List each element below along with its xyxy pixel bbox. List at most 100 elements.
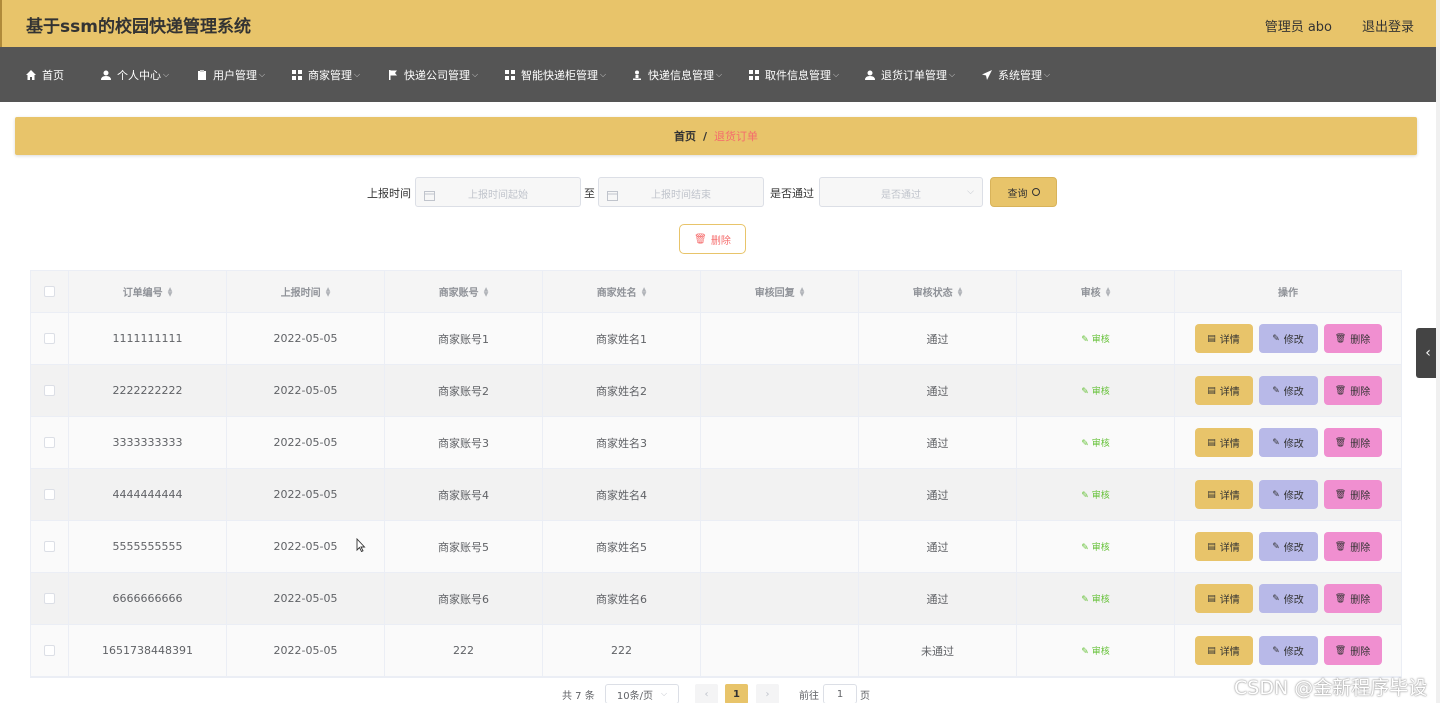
header-audit-reply[interactable]: 审核回复 ▲ ▼ bbox=[701, 271, 859, 312]
audit-link[interactable]: ✎ 审核 bbox=[1081, 332, 1110, 345]
header-report-time[interactable]: 上报时间 ▲ ▼ bbox=[227, 271, 385, 312]
nav-item-smart-locker-management[interactable]: 智能快递柜管理 ⌵ bbox=[505, 47, 606, 102]
prev-page-button[interactable]: ‹ bbox=[695, 684, 718, 703]
goto-page-input[interactable]: 1 bbox=[823, 684, 857, 703]
logout-link[interactable]: 退出登录 bbox=[1362, 16, 1414, 35]
cell-merchant-name: 商家姓名5 bbox=[543, 521, 701, 572]
delete-button[interactable]: 🗑 删除 bbox=[1323, 532, 1382, 561]
query-button[interactable]: 查询 bbox=[990, 177, 1057, 207]
nav-item-system-management[interactable]: 系统管理 ⌵ bbox=[982, 47, 1050, 102]
header-audit-status[interactable]: 审核状态 ▲ ▼ bbox=[859, 271, 1017, 312]
detail-button[interactable]: ▤ 详情 bbox=[1194, 636, 1253, 665]
page-number-current[interactable]: 1 bbox=[725, 684, 748, 703]
next-page-button[interactable]: › bbox=[756, 684, 779, 703]
page-scrollbar[interactable] bbox=[1436, 0, 1440, 703]
pass-filter-select[interactable]: 是否通过 ⌵ bbox=[819, 177, 983, 207]
header-order-no[interactable]: 订单编号 ▲ ▼ bbox=[69, 271, 227, 312]
header-audit[interactable]: 审核 ▲ ▼ bbox=[1017, 271, 1175, 312]
chevron-down-icon: ⌵ bbox=[600, 69, 607, 79]
nav-item-personal-center[interactable]: 个人中心 ⌵ bbox=[101, 47, 169, 102]
edit-button-label: 修改 bbox=[1283, 439, 1304, 450]
start-date-input[interactable]: 上报时间起始 bbox=[415, 177, 581, 207]
nav-item-return-order-management[interactable]: 退货订单管理 ⌵ bbox=[865, 47, 955, 102]
edit-button[interactable]: ✎ 修改 bbox=[1258, 428, 1318, 457]
detail-button[interactable]: ▤ 详情 bbox=[1194, 376, 1253, 405]
pass-filter-label: 是否通过 bbox=[770, 187, 814, 200]
audit-link[interactable]: ✎ 审核 bbox=[1081, 644, 1110, 657]
row-checkbox[interactable] bbox=[44, 333, 55, 344]
edit-button[interactable]: ✎ 修改 bbox=[1258, 584, 1318, 613]
detail-button[interactable]: ▤ 详情 bbox=[1194, 480, 1253, 509]
delete-button[interactable]: 🗑 删除 bbox=[1323, 428, 1382, 457]
nav-item-pickup-info-management[interactable]: 取件信息管理 ⌵ bbox=[749, 47, 839, 102]
cell-merchant-name: 商家姓名4 bbox=[543, 469, 701, 520]
nav-item-courier-info-management[interactable]: 快递信息管理 ⌵ bbox=[632, 47, 722, 102]
delete-button[interactable]: 🗑 删除 bbox=[1323, 480, 1382, 509]
edit-button-label: 修改 bbox=[1283, 335, 1304, 346]
table-header: 订单编号 ▲ ▼ 上报时间 ▲ ▼ 商家账号 ▲ ▼ 商家姓名 ▲ ▼ 审核回复 ▲ ▼ 审核状态 ▲… bbox=[31, 271, 1401, 313]
cell-merchant-account: 商家账号4 bbox=[385, 469, 543, 520]
audit-link[interactable]: ✎ 审核 bbox=[1081, 540, 1110, 553]
nav-item-label: 退货订单管理 bbox=[881, 68, 947, 82]
user-icon bbox=[101, 70, 111, 80]
header-merchant-name[interactable]: 商家姓名 ▲ ▼ bbox=[543, 271, 701, 312]
nav-item-courier-company-management[interactable]: 快递公司管理 ⌵ bbox=[388, 47, 478, 102]
row-select-cell bbox=[31, 417, 69, 468]
row-checkbox[interactable] bbox=[44, 541, 55, 552]
detail-button[interactable]: ▤ 详情 bbox=[1194, 532, 1253, 561]
edit-button[interactable]: ✎ 修改 bbox=[1258, 480, 1318, 509]
document-icon: ▤ bbox=[1207, 489, 1216, 500]
cell-merchant-account: 商家账号2 bbox=[385, 365, 543, 416]
sort-icon: ▲ ▼ bbox=[641, 285, 647, 298]
cell-audit: ✎ 审核 bbox=[1017, 521, 1175, 572]
delete-button[interactable]: 🗑 删除 bbox=[1323, 376, 1382, 405]
page-size-select[interactable]: 10条/页 ⌵ bbox=[605, 684, 679, 703]
to-label: 至 bbox=[584, 187, 595, 200]
header-merchant-account[interactable]: 商家账号 ▲ ▼ bbox=[385, 271, 543, 312]
cell-audit-reply bbox=[701, 313, 859, 364]
edit-button[interactable]: ✎ 修改 bbox=[1258, 636, 1318, 665]
detail-button[interactable]: ▤ 详情 bbox=[1194, 324, 1253, 353]
edit-button[interactable]: ✎ 修改 bbox=[1258, 532, 1318, 561]
breadcrumb-home[interactable]: 首页 bbox=[674, 128, 696, 144]
row-select-cell bbox=[31, 365, 69, 416]
edit-pen-icon: ✎ bbox=[1081, 491, 1089, 501]
cell-audit-reply bbox=[701, 365, 859, 416]
cell-order-no: 1651738448391 bbox=[69, 625, 227, 676]
audit-link[interactable]: ✎ 审核 bbox=[1081, 384, 1110, 397]
row-checkbox[interactable] bbox=[44, 489, 55, 500]
delete-button[interactable]: 🗑 删除 bbox=[1323, 584, 1382, 613]
cell-merchant-name: 222 bbox=[543, 625, 701, 676]
nav-item-home[interactable]: 首页 bbox=[26, 47, 64, 102]
bulk-delete-button[interactable]: 🗑 删除 bbox=[679, 224, 746, 254]
header-label: 上报时间 bbox=[280, 288, 321, 299]
audit-link[interactable]: ✎ 审核 bbox=[1081, 436, 1110, 449]
edit-pen-icon: ✎ bbox=[1272, 385, 1280, 396]
pass-filter-placeholder: 是否通过 bbox=[881, 190, 921, 201]
select-all-checkbox[interactable] bbox=[44, 286, 55, 297]
cell-merchant-name: 商家姓名6 bbox=[543, 573, 701, 624]
table-row: 3333333333 2022-05-05 商家账号3 商家姓名3 通过 ✎ 审核 ▤ 详情 ✎ 修… bbox=[31, 417, 1401, 469]
main-nav: 首页 个人中心 ⌵ 用户管理 ⌵ 商家管理 ⌵ 快递公司管理 ⌵ 智能快递柜管理 ⌵ 快递… bbox=[0, 47, 1436, 102]
end-date-input[interactable]: 上报时间结束 bbox=[598, 177, 764, 207]
audit-link[interactable]: ✎ 审核 bbox=[1081, 488, 1110, 501]
delete-button[interactable]: 🗑 删除 bbox=[1323, 636, 1382, 665]
delete-button-label: 删除 bbox=[1350, 647, 1371, 658]
row-checkbox[interactable] bbox=[44, 385, 55, 396]
nav-item-label: 智能快递柜管理 bbox=[521, 68, 598, 82]
nav-item-merchant-management[interactable]: 商家管理 ⌵ bbox=[292, 47, 360, 102]
audit-link-label: 审核 bbox=[1091, 491, 1110, 501]
row-checkbox[interactable] bbox=[44, 645, 55, 656]
detail-button[interactable]: ▤ 详情 bbox=[1194, 428, 1253, 457]
detail-button-label: 详情 bbox=[1219, 335, 1240, 346]
nav-item-user-management[interactable]: 用户管理 ⌵ bbox=[197, 47, 265, 102]
row-checkbox[interactable] bbox=[44, 437, 55, 448]
edit-button[interactable]: ✎ 修改 bbox=[1258, 324, 1318, 353]
edit-button[interactable]: ✎ 修改 bbox=[1258, 376, 1318, 405]
row-checkbox[interactable] bbox=[44, 593, 55, 604]
audit-link[interactable]: ✎ 审核 bbox=[1081, 592, 1110, 605]
delete-button[interactable]: 🗑 删除 bbox=[1323, 324, 1382, 353]
detail-button[interactable]: ▤ 详情 bbox=[1194, 584, 1253, 613]
nav-item-label: 个人中心 bbox=[117, 68, 161, 82]
cell-operations: ▤ 详情 ✎ 修改 🗑 删除 bbox=[1175, 417, 1401, 468]
